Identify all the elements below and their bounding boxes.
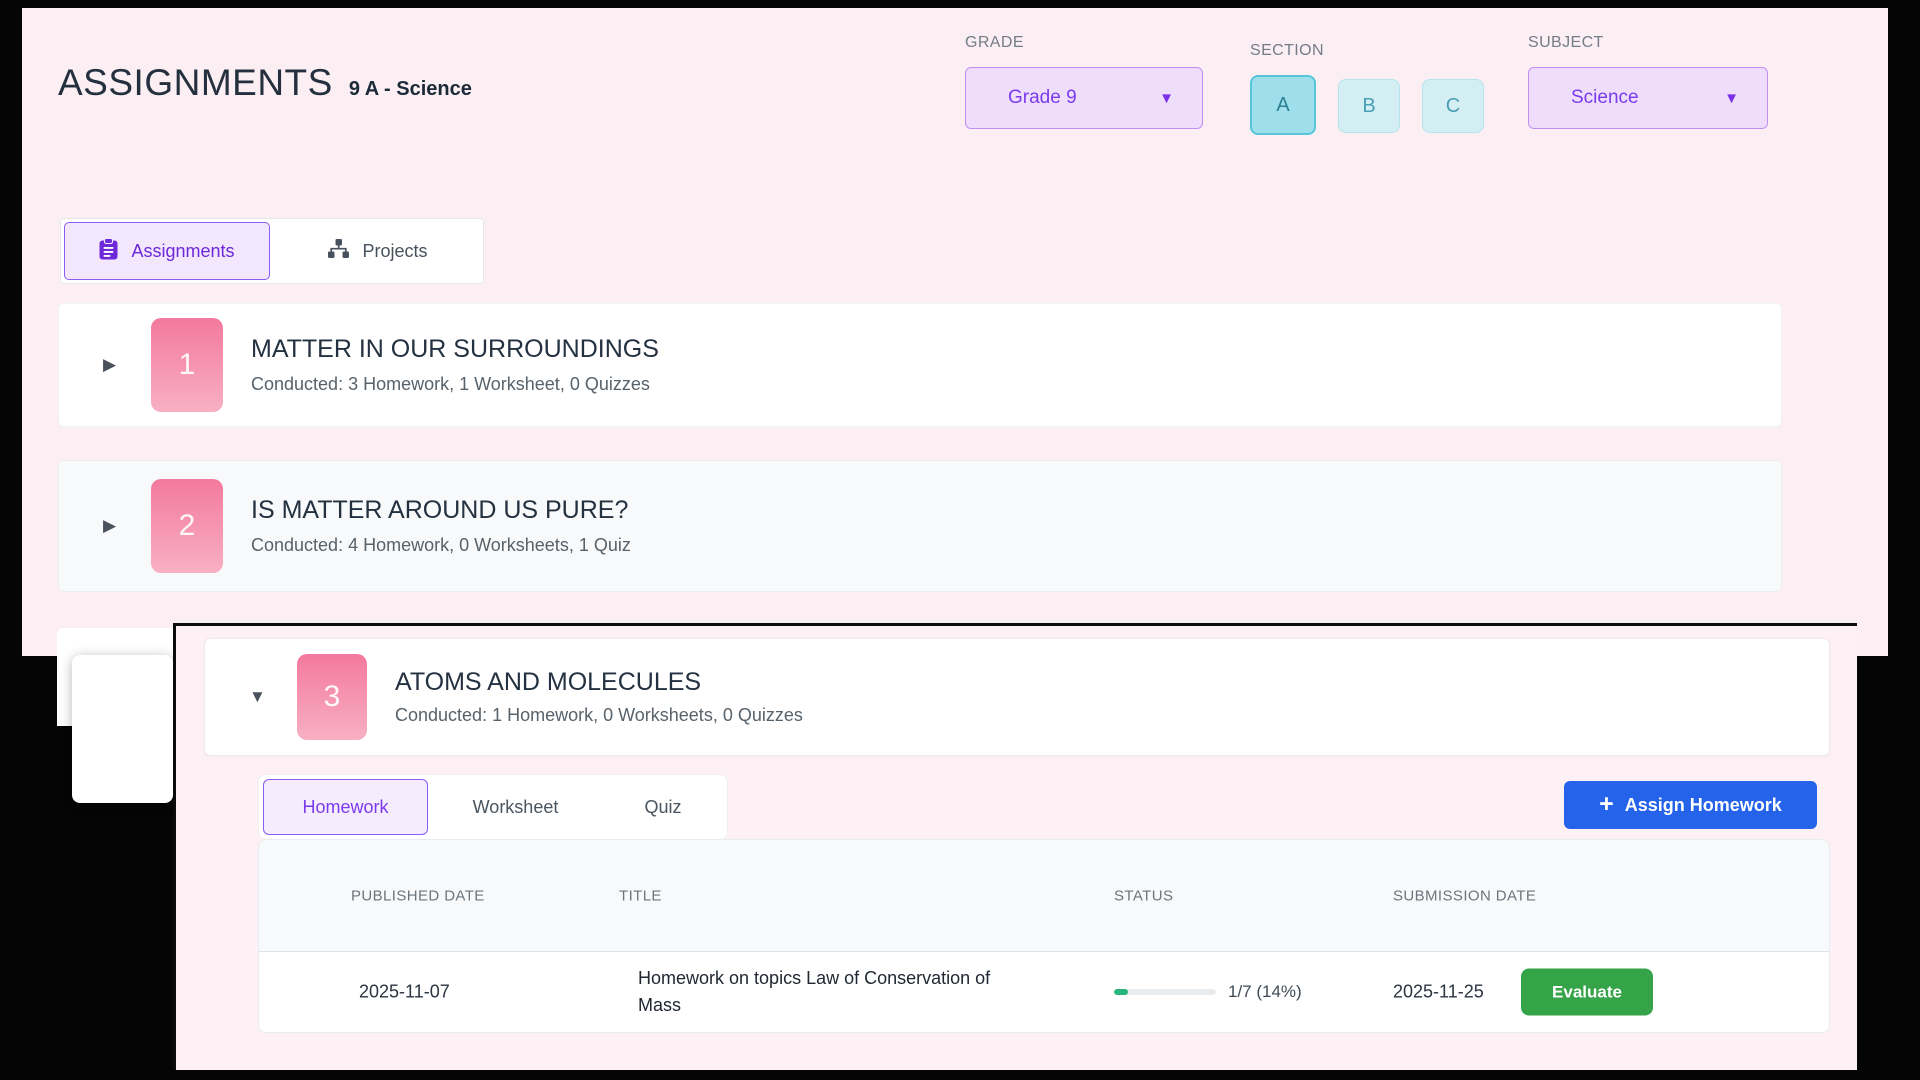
chapter-conducted-summary: Conducted: 1 Homework, 0 Worksheets, 0 Q… [395,705,803,726]
header-status: STATUS [1114,887,1173,904]
subject-dropdown[interactable]: Science ▼ [1528,67,1768,129]
chapter-conducted-summary: Conducted: 4 Homework, 0 Worksheets, 1 Q… [251,535,631,556]
detail-tab-bar: Homework Worksheet Quiz [258,774,728,840]
homework-table: PUBLISHED DATE TITLE STATUS SUBMISSION D… [258,839,1830,1033]
grade-dropdown[interactable]: Grade 9 ▼ [965,67,1203,129]
chapter-text: ATOMS AND MOLECULES Conducted: 1 Homewor… [395,668,803,726]
tab-assignments[interactable]: Assignments [64,222,270,280]
homework-title-cell: Homework on topics Law of Conservation o… [638,965,1013,1019]
header-submission-date: SUBMISSION DATE [1393,887,1536,904]
subject-dropdown-value: Science [1571,87,1639,109]
class-subject-subtitle: 9 A - Science [349,78,472,101]
partial-card [72,655,173,803]
clipboard-icon [99,238,118,265]
chapter-row-3[interactable]: ▼ 3 ATOMS AND MOLECULES Conducted: 1 Hom… [204,638,1830,756]
chapter-detail-panel: ▼ 3 ATOMS AND MOLECULES Conducted: 1 Hom… [173,623,1857,1070]
page-header: ASSIGNMENTS 9 A - Science [58,62,472,104]
chapter-row-2[interactable]: ▶ 2 IS MATTER AROUND US PURE? Conducted:… [58,460,1782,592]
main-tab-bar: Assignments Projects [60,218,484,284]
tab-quiz[interactable]: Quiz [599,775,727,839]
homework-table-row: 2025-11-07 Homework on topics Law of Con… [259,952,1829,1032]
section-filter-label: SECTION [1250,42,1484,60]
tab-worksheet[interactable]: Worksheet [432,775,599,839]
grade-filter-label: GRADE [965,34,1203,52]
assign-homework-label: Assign Homework [1625,795,1782,816]
chapter-title: MATTER IN OUR SURROUNDINGS [251,335,659,364]
tab-projects[interactable]: Projects [273,219,483,283]
subject-filter-group: SUBJECT Science ▼ [1528,34,1768,129]
chapter-number-badge: 3 [297,654,367,740]
chapter-number-badge: 1 [151,318,223,412]
subject-filter-label: SUBJECT [1528,34,1768,52]
evaluate-button[interactable]: Evaluate [1521,969,1653,1016]
chapter-title: ATOMS AND MOLECULES [395,668,803,697]
homework-table-header: PUBLISHED DATE TITLE STATUS SUBMISSION D… [259,840,1829,952]
collapse-down-icon[interactable]: ▼ [249,687,271,707]
grade-dropdown-value: Grade 9 [1008,87,1077,109]
section-button-row: A B C [1250,75,1484,135]
plus-icon: + [1599,792,1614,817]
chapter-number-badge: 2 [151,479,223,573]
tab-assignments-label: Assignments [131,241,234,262]
status-cell: 1/7 (14%) [1114,982,1302,1002]
tab-projects-label: Projects [362,241,427,262]
section-a-button[interactable]: A [1250,75,1316,135]
expand-right-icon[interactable]: ▶ [103,516,125,536]
progress-bar-fill [1114,989,1128,995]
chapter-title: IS MATTER AROUND US PURE? [251,496,631,525]
submission-date-cell: 2025-11-25 [1393,982,1484,1003]
grade-filter-group: GRADE Grade 9 ▼ [965,34,1203,129]
chapter-conducted-summary: Conducted: 3 Homework, 1 Worksheet, 0 Qu… [251,374,659,395]
header-published-date: PUBLISHED DATE [351,887,485,904]
assign-homework-button[interactable]: + Assign Homework [1564,781,1817,829]
chapter-text: MATTER IN OUR SURROUNDINGS Conducted: 3 … [251,335,659,395]
chapter-row-1[interactable]: ▶ 1 MATTER IN OUR SURROUNDINGS Conducted… [58,303,1782,427]
section-filter-group: SECTION A B C [1250,42,1484,135]
tab-homework[interactable]: Homework [263,779,428,835]
published-date-cell: 2025-11-07 [359,982,450,1003]
screenshot-canvas: ASSIGNMENTS 9 A - Science GRADE Grade 9 … [0,0,1920,1080]
expand-right-icon[interactable]: ▶ [103,355,125,375]
chapter-text: IS MATTER AROUND US PURE? Conducted: 4 H… [251,496,631,556]
section-b-button[interactable]: B [1338,79,1400,133]
chevron-down-icon: ▼ [1724,90,1739,107]
page-title: ASSIGNMENTS [58,62,333,104]
chevron-down-icon: ▼ [1159,90,1174,107]
assignments-page-panel: ASSIGNMENTS 9 A - Science GRADE Grade 9 … [22,8,1888,656]
section-c-button[interactable]: C [1422,79,1484,133]
header-title: TITLE [619,887,662,904]
sitemap-icon [328,239,349,263]
progress-bar-track [1114,989,1216,995]
status-text: 1/7 (14%) [1228,982,1302,1002]
